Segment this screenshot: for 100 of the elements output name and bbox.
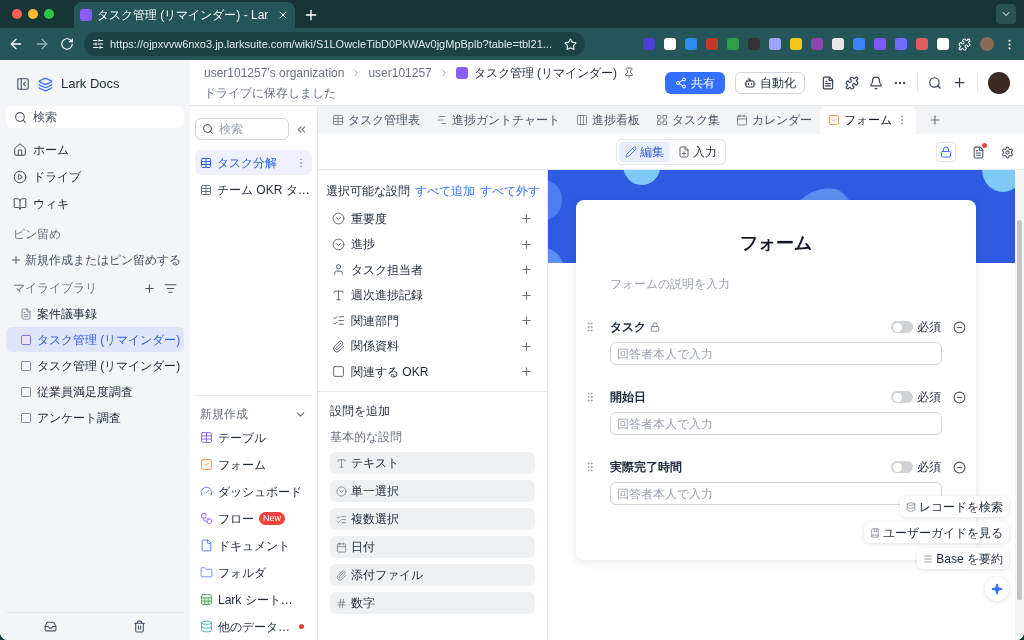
view-tab[interactable]: タスク管理表 (324, 106, 428, 134)
mode-tab[interactable]: 入力 (672, 141, 723, 162)
nav-item[interactable]: ウィキ (6, 190, 184, 217)
automation-button[interactable]: 自動化 (735, 71, 805, 94)
nav-item[interactable]: ドライブ (6, 163, 184, 190)
inbox-icon[interactable] (44, 620, 57, 633)
create-item[interactable]: ダッシュボード (195, 478, 312, 505)
back-icon[interactable] (8, 36, 24, 52)
search-field[interactable]: 検索 (6, 106, 184, 128)
drag-handle-icon[interactable] (584, 461, 596, 473)
settings-icon[interactable] (1001, 145, 1014, 159)
extension-icon[interactable] (664, 38, 676, 50)
add-icon[interactable] (520, 263, 533, 277)
table-item[interactable]: タスク分解 (195, 150, 312, 175)
forward-icon[interactable] (34, 36, 50, 52)
question-type-item[interactable]: 複数選択 (330, 508, 535, 530)
create-item[interactable]: フォルダ (195, 559, 312, 586)
add-icon[interactable] (520, 212, 533, 226)
library-item[interactable]: 案件議事録 (6, 301, 184, 326)
library-item[interactable]: アンケート調査 (6, 405, 184, 430)
view-tab[interactable]: フォーム (820, 106, 916, 134)
add-all-link[interactable]: すべて追加 (415, 182, 475, 200)
site-settings-icon[interactable] (92, 38, 104, 50)
breadcrumb-link[interactable]: user101257 (368, 63, 432, 82)
remove-icon[interactable] (953, 320, 966, 334)
table-item[interactable]: チーム OKR タ… (195, 177, 312, 202)
library-item[interactable]: タスク管理 (リマインダー) (6, 327, 184, 352)
create-item[interactable]: Lark シート… (195, 586, 312, 613)
add-icon[interactable] (520, 365, 533, 379)
browser-tab[interactable]: タスク管理 (リマインダー) - Lar (74, 2, 296, 28)
add-icon[interactable] (520, 339, 533, 353)
drag-handle-icon[interactable] (584, 391, 596, 403)
create-item[interactable]: 他のデータ… (195, 613, 312, 640)
view-tab[interactable]: タスク集 (648, 106, 728, 134)
mode-tab[interactable]: 編集 (619, 141, 670, 162)
add-icon[interactable] (143, 281, 156, 295)
plus-icon (10, 254, 22, 266)
document-icon[interactable] (821, 75, 835, 90)
scrollbar-thumb[interactable] (1017, 220, 1022, 600)
remove-all-link[interactable]: すべて外す (480, 182, 540, 200)
gauge-icon (200, 485, 213, 498)
create-item[interactable]: ドキュメント (195, 532, 312, 559)
toggle-switch[interactable] (891, 461, 913, 473)
pin-icon[interactable] (623, 66, 636, 79)
add-icon[interactable] (520, 314, 533, 328)
extension-icon[interactable] (937, 38, 949, 50)
view-tab[interactable]: 進捗看板 (568, 106, 648, 134)
add-icon[interactable] (520, 288, 533, 302)
search-icon[interactable] (928, 75, 942, 90)
field-item[interactable]: 関係資料 (326, 333, 539, 359)
library-item[interactable]: 従業員満足度調査 (6, 379, 184, 404)
nav-item[interactable]: ホーム (6, 136, 184, 163)
create-item[interactable]: フォーム (195, 451, 312, 478)
library-item[interactable]: タスク管理 (リマインダー) (6, 353, 184, 378)
field-item[interactable]: 重要度 (326, 206, 539, 232)
new-pin-link[interactable]: 新規作成またはピン留めする (6, 251, 184, 269)
list-options-icon[interactable] (164, 281, 177, 295)
field-item[interactable]: 関連する OKR (326, 359, 539, 385)
question-type-item[interactable]: 日付 (330, 536, 535, 558)
view-tab[interactable]: 進捗ガントチャート (428, 106, 568, 134)
ai-assistant-button[interactable] (985, 577, 1009, 601)
puzzle-icon[interactable] (845, 75, 859, 90)
extension-icon[interactable] (832, 38, 844, 50)
tab-menu-button[interactable] (996, 4, 1016, 24)
collapse-sidebar-icon[interactable] (16, 77, 30, 91)
field-item[interactable]: 週次進捗記録 (326, 282, 539, 308)
remove-icon[interactable] (953, 390, 966, 404)
app-logo-icon (38, 76, 53, 92)
share-form-button[interactable] (936, 142, 956, 162)
toggle-switch[interactable] (891, 321, 913, 333)
field-item[interactable]: 関連部門 (326, 308, 539, 334)
drag-handle-icon[interactable] (584, 321, 596, 333)
toggle-switch[interactable] (891, 391, 913, 403)
add-icon[interactable] (952, 75, 967, 90)
bookmark-star-icon[interactable] (563, 37, 577, 51)
trash-icon[interactable] (133, 620, 146, 633)
question-type-item[interactable]: 添付ファイル (330, 564, 535, 586)
question-type-item[interactable]: テキスト (330, 452, 535, 474)
remove-icon[interactable] (953, 460, 966, 474)
assist-button[interactable]: レコードを検索 (900, 496, 1009, 517)
extension-icon[interactable] (769, 38, 781, 50)
address-bar[interactable]: https://ojpxvvw6nxo3.jp.larksuite.com/wiki/S1LOwcleTibD0PkWAv0jgMpBplb?table=tbl21... (84, 32, 585, 56)
create-item[interactable]: テーブル (195, 424, 312, 451)
view-tab[interactable]: カレンダー (728, 106, 820, 134)
notification-icon[interactable] (869, 75, 883, 90)
reload-icon[interactable] (60, 37, 74, 51)
add-icon[interactable] (520, 237, 533, 251)
breadcrumb-link[interactable]: user101257's organization (204, 63, 345, 82)
assist-button[interactable]: Base を要約 (917, 548, 1009, 569)
question-type-item[interactable]: 数字 (330, 592, 535, 614)
user-avatar[interactable] (988, 71, 1010, 94)
field-item[interactable]: 進捗 (326, 231, 539, 257)
question-type-item[interactable]: 単一選択 (330, 480, 535, 502)
assist-button[interactable]: ユーザーガイドを見る (864, 522, 1009, 543)
field-item[interactable]: タスク担当者 (326, 257, 539, 283)
extensions-icon[interactable] (958, 37, 971, 51)
create-item[interactable]: フロー New (195, 505, 312, 532)
extension-icon[interactable] (790, 38, 802, 50)
share-button[interactable]: 共有 (665, 71, 725, 94)
form-info-icon[interactable] (972, 145, 985, 159)
